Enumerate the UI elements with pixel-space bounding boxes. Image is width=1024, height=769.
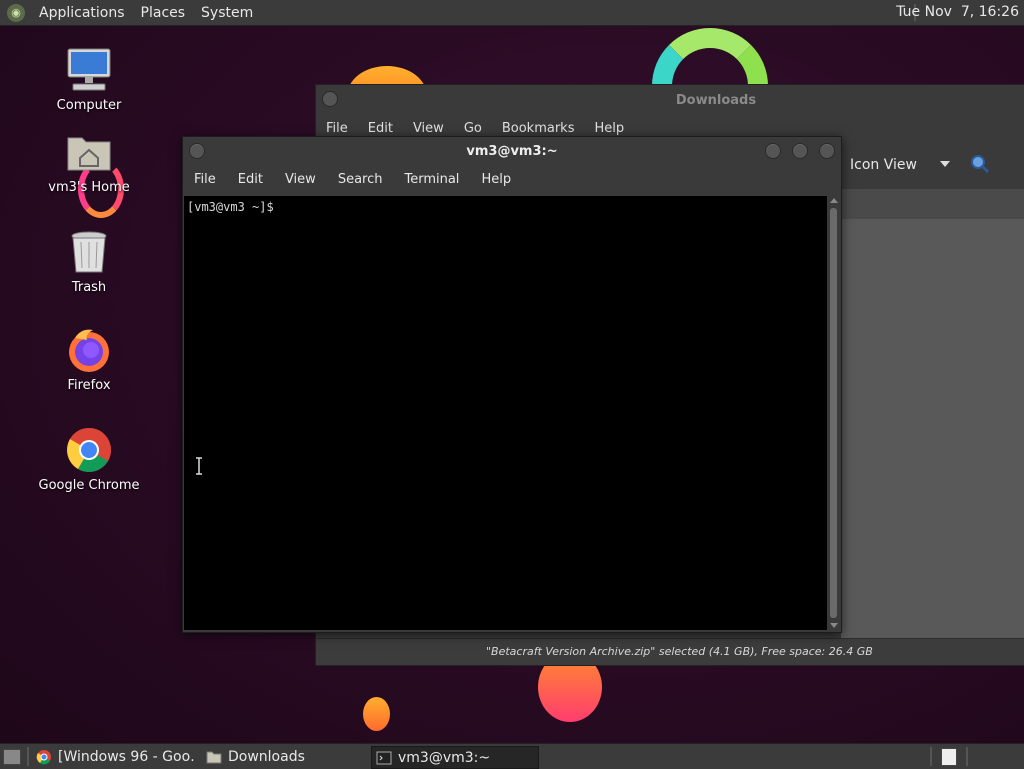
menu-edit[interactable]: Edit [227,170,274,189]
scrollbar-thumb[interactable] [830,208,837,618]
places-menu[interactable]: Places [133,5,194,21]
desktop-icon-computer[interactable]: Computer [34,46,144,113]
view-mode-select[interactable]: Icon View [850,157,917,173]
taskbar-item-downloads[interactable]: Downloads [206,746,366,767]
show-desktop-icon[interactable] [3,749,21,765]
taskbar-item-label: [Windows 96 - Goo… [58,748,196,765]
terminal-menubar: File Edit View Search Terminal Help [183,170,522,189]
menu-terminal[interactable]: Terminal [393,170,470,189]
shell-prompt: [vm3@vm3 ~]$ [187,200,274,214]
file-view-area[interactable] [841,219,1024,639]
location-bar[interactable] [841,189,1024,219]
terminal-icon [376,751,392,764]
chevron-down-icon[interactable] [940,161,950,167]
taskbar-item-terminal[interactable]: vm3@vm3:~ [371,746,539,769]
home-folder-icon [65,128,113,176]
taskbar-item-label: Downloads [228,748,305,765]
menu-view[interactable]: View [274,170,327,189]
firefox-icon [65,326,113,374]
taskbar-item-chrome[interactable]: [Windows 96 - Goo… [36,746,196,767]
system-menu[interactable]: System [193,5,261,21]
window-menu-button[interactable] [189,143,205,159]
computer-icon [65,46,113,94]
chrome-icon [36,749,51,764]
desktop-icon-label: Firefox [67,378,111,393]
bottom-panel: [Windows 96 - Goo… Downloads vm3@vm3:~ [0,743,1024,769]
workspace-switcher[interactable] [941,748,957,766]
terminal-screen[interactable]: [vm3@vm3 ~]$ [184,196,827,630]
maximize-button[interactable] [792,143,808,159]
menu-file[interactable]: File [183,170,227,189]
status-text: "Betacraft Version Archive.zip" selected… [486,645,873,658]
minimize-button[interactable] [765,143,781,159]
window-title: Downloads [675,93,757,108]
menu-help[interactable]: Help [470,170,522,189]
close-button[interactable] [819,143,835,159]
terminal-window[interactable]: vm3@vm3:~ File Edit View Search Terminal… [182,136,842,633]
search-icon[interactable] [968,153,990,175]
panel-separator [966,747,968,766]
applications-menu[interactable]: Applications [31,5,133,21]
desktop-icon-label: vm3's Home [48,180,130,195]
taskbar-item-label: vm3@vm3:~ [398,749,491,766]
window-control-button[interactable] [322,91,338,107]
window-title: vm3@vm3:~ [466,144,558,159]
desktop-icon-label: Trash [71,280,107,295]
panel-separator [27,747,29,766]
desktop-icon-trash[interactable]: Trash [34,228,144,295]
wallpaper-orange-shape [363,697,390,731]
terminal-scrollbar[interactable] [827,196,840,630]
desktop-icon-firefox[interactable]: Firefox [34,326,144,393]
folder-icon [206,751,222,763]
status-bar: "Betacraft Version Archive.zip" selected… [316,638,1024,665]
menu-search[interactable]: Search [327,170,394,189]
desktop-icon-chrome[interactable]: Google Chrome [34,426,144,493]
trash-icon [65,228,113,276]
desktop-icon-label: Computer [56,98,122,113]
text-cursor-icon [196,457,202,475]
panel-separator [930,747,932,766]
desktop-icon-label: Google Chrome [38,478,140,493]
clock[interactable]: Tue Nov 7, 16:26 [896,4,1019,20]
chrome-icon [65,426,113,474]
scroll-up-arrow-icon[interactable] [830,198,838,203]
distro-logo-icon[interactable]: ◉ [7,3,25,22]
scroll-down-arrow-icon[interactable] [830,623,838,628]
desktop-icon-home[interactable]: vm3's Home [34,128,144,218]
top-panel: ◉ Applications Places System Tue Nov 7, … [0,0,1024,26]
